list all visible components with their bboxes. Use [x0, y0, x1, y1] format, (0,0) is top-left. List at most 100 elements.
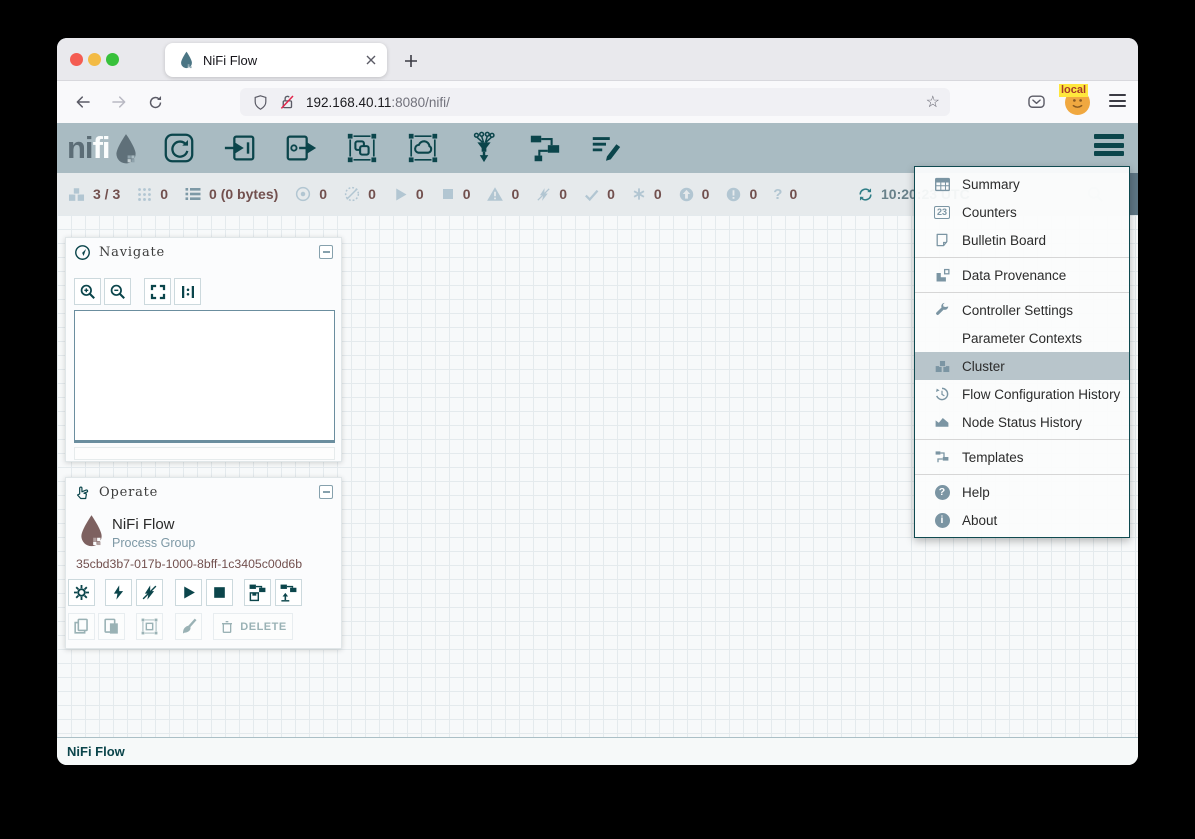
refresh-icon[interactable]	[857, 186, 874, 203]
zoom-in-button[interactable]	[74, 278, 101, 305]
paste-button[interactable]	[98, 613, 125, 640]
group-button[interactable]	[136, 613, 163, 640]
close-window-button[interactable]	[70, 53, 83, 66]
browser-tab-bar: NiFi Flow	[57, 38, 1138, 81]
status-invalid: 0	[486, 185, 519, 203]
disable-button[interactable]	[136, 579, 163, 606]
nifi-logo: nifi	[67, 131, 139, 165]
component-toolbar	[161, 130, 624, 166]
sticky-note-icon	[933, 232, 951, 248]
url-input[interactable]: 192.168.40.11:8080/nifi/ ☆	[240, 88, 950, 116]
back-button[interactable]	[70, 89, 96, 115]
history-icon	[933, 386, 951, 402]
remote-process-group-component[interactable]	[405, 130, 441, 166]
invalid-count: 0	[511, 186, 519, 202]
template-component[interactable]	[527, 130, 563, 166]
browser-menu-icon[interactable]	[1109, 94, 1126, 111]
input-port-component[interactable]	[222, 130, 258, 166]
menu-item-node-status-history[interactable]: Node Status History	[915, 408, 1129, 436]
operate-collapse-button[interactable]	[319, 485, 333, 499]
tab-close-icon[interactable]	[365, 54, 377, 66]
menu-item-about[interactable]: iAbout	[915, 506, 1129, 534]
menu-item-summary[interactable]: Summary	[915, 170, 1129, 198]
url-host: 192.168.40.11	[306, 95, 391, 110]
status-locally-modified-and-stale: 0	[725, 186, 757, 203]
nifi-logo-drop-icon	[113, 133, 139, 165]
change-color-button[interactable]	[175, 613, 202, 640]
enable-button[interactable]	[105, 579, 132, 606]
locally-modified-count: 0	[654, 186, 662, 202]
zoom-actual-size-button[interactable]	[174, 278, 201, 305]
transmitting-count: 0	[319, 186, 327, 202]
menu-item-controller-settings[interactable]: Controller Settings	[915, 296, 1129, 324]
hand-icon	[74, 484, 91, 501]
menu-item-cluster[interactable]: Cluster	[915, 352, 1129, 380]
shield-icon[interactable]	[252, 94, 269, 111]
provenance-icon	[933, 267, 951, 284]
navigate-panel-header: Navigate	[66, 238, 341, 266]
zoom-fit-button[interactable]	[144, 278, 171, 305]
configure-button[interactable]	[68, 579, 95, 606]
delete-button[interactable]: DELETE	[213, 613, 293, 640]
question-circle-icon: ?	[933, 485, 951, 500]
cubes-icon	[933, 358, 951, 375]
menu-item-parameter-contexts[interactable]: Parameter Contexts	[915, 324, 1129, 352]
birdseye-view[interactable]	[74, 310, 335, 443]
status-stale: 0	[678, 186, 710, 203]
stale-count: 0	[702, 186, 710, 202]
navigate-panel: Navigate	[65, 237, 342, 462]
global-menu-button[interactable]	[1094, 134, 1124, 160]
menu-item-counters[interactable]: 23Counters	[915, 198, 1129, 226]
selection-id[interactable]: 35cbd3b7-017b-1000-8bff-1c3405c00d6b	[76, 557, 302, 571]
upload-template-button[interactable]	[275, 579, 302, 606]
maximize-window-button[interactable]	[106, 53, 119, 66]
menu-item-bulletin-board[interactable]: Bulletin Board	[915, 226, 1129, 254]
queued-count: 0 (0 bytes)	[209, 186, 278, 202]
navigate-collapse-button[interactable]	[319, 245, 333, 259]
processor-component[interactable]	[161, 130, 197, 166]
browser-window: NiFi Flow 192.168.40.11:8080/nifi/ ☆ loc…	[57, 38, 1138, 765]
navigate-panel-title: Navigate	[99, 245, 165, 260]
process-group-component[interactable]	[344, 130, 380, 166]
menu-item-help[interactable]: ?Help	[915, 478, 1129, 506]
url-text: 192.168.40.11:8080/nifi/	[306, 95, 926, 110]
breadcrumb-root[interactable]: NiFi Flow	[67, 744, 125, 759]
browser-url-bar: 192.168.40.11:8080/nifi/ ☆ local	[57, 81, 1138, 123]
menu-item-templates[interactable]: Templates	[915, 443, 1129, 471]
breadcrumb: NiFi Flow	[57, 737, 1138, 765]
menu-separator	[915, 474, 1129, 475]
stop-button[interactable]	[206, 579, 233, 606]
running-count: 0	[416, 186, 424, 202]
label-component[interactable]	[588, 130, 624, 166]
sync-failure-icon: ?	[773, 186, 782, 203]
funnel-component[interactable]	[466, 130, 502, 166]
minimize-window-button[interactable]	[88, 53, 101, 66]
disabled-icon	[535, 186, 552, 203]
reload-button[interactable]	[142, 89, 168, 115]
bookmark-star-icon[interactable]: ☆	[926, 92, 940, 112]
process-group-drop-icon	[78, 514, 105, 548]
global-menu: Summary 23Counters Bulletin Board Data P…	[914, 166, 1130, 538]
template-icon	[933, 449, 951, 465]
insecure-lock-icon[interactable]	[278, 93, 296, 111]
browser-tab[interactable]: NiFi Flow	[165, 43, 387, 77]
not-transmitting-count: 0	[368, 186, 376, 202]
output-port-component[interactable]	[283, 130, 319, 166]
zoom-out-button[interactable]	[104, 278, 131, 305]
forward-button[interactable]	[106, 89, 132, 115]
remote-transmitting-icon	[294, 185, 312, 203]
birdseye-brush[interactable]	[74, 447, 335, 460]
start-button[interactable]	[175, 579, 202, 606]
pocket-icon[interactable]	[1023, 89, 1049, 115]
menu-item-data-provenance[interactable]: Data Provenance	[915, 261, 1129, 289]
new-tab-button[interactable]	[398, 48, 424, 74]
threads-count: 0	[160, 186, 168, 202]
chart-area-icon	[933, 414, 951, 430]
create-template-button[interactable]	[244, 579, 271, 606]
sync-failure-count: 0	[789, 186, 797, 202]
profile-container-label: local	[1059, 84, 1088, 97]
copy-button[interactable]	[68, 613, 95, 640]
remote-not-transmitting-icon	[343, 185, 361, 203]
menu-item-flow-configuration-history[interactable]: Flow Configuration History	[915, 380, 1129, 408]
tab-title: NiFi Flow	[203, 53, 365, 68]
